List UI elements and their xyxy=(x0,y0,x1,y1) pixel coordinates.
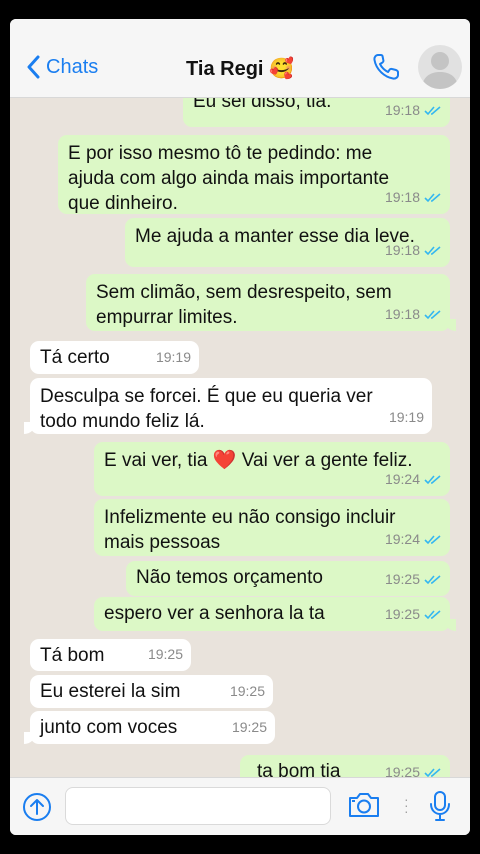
message-time: 19:18 xyxy=(384,189,420,205)
message-text: Eu sei disso, tia. xyxy=(193,97,332,112)
contact-emoji: 🥰 xyxy=(269,58,294,80)
message-list[interactable]: Eu sei disso, tia. 19:18 E por isso mesm… xyxy=(10,97,470,777)
message-text: ta bom tia xyxy=(257,761,341,777)
read-ticks-icon xyxy=(424,574,441,584)
message-bubble-outgoing[interactable]: Sem climão, sem desrespeito, sem empurra… xyxy=(86,274,456,331)
call-button[interactable] xyxy=(370,51,402,88)
message-text: junto com voces xyxy=(40,717,178,738)
phone-screen: Chats Tia Regi 🥰 Eu sei disso, tia. 19:1… xyxy=(10,19,470,835)
message-time: 19:18 xyxy=(384,102,420,118)
message-bubble-outgoing[interactable]: Infelizmente eu não consigo incluir mais… xyxy=(94,499,450,556)
read-ticks-icon xyxy=(424,534,441,544)
message-bubble-outgoing[interactable]: Não temos orçamento 19:25 xyxy=(126,561,450,596)
message-time: 19:24 xyxy=(384,531,420,547)
back-button[interactable]: Chats xyxy=(26,55,98,79)
message-time: 19:24 xyxy=(384,471,420,487)
read-ticks-icon xyxy=(424,609,441,619)
attach-button[interactable] xyxy=(22,792,52,827)
message-time: 19:25 xyxy=(384,764,420,777)
message-bubble-outgoing[interactable]: Me ajuda a manter esse dia leve. 19:18 xyxy=(125,218,450,267)
message-time: 19:18 xyxy=(384,242,420,258)
microphone-button[interactable] xyxy=(429,790,451,827)
bubble-tail xyxy=(444,319,456,331)
message-time: 19:25 xyxy=(229,683,265,699)
message-text: Tá certo xyxy=(40,347,110,368)
camera-icon xyxy=(349,793,379,817)
read-ticks-icon xyxy=(424,767,441,777)
message-text: Não temos orçamento xyxy=(136,567,323,588)
message-text: espero ver a senhora la ta xyxy=(104,603,325,624)
message-text-before-emoji: E vai ver, tia xyxy=(104,450,208,471)
person-silhouette-icon xyxy=(422,52,458,89)
message-text: Tá bom xyxy=(40,645,105,666)
message-time: 19:18 xyxy=(384,306,420,322)
read-ticks-icon xyxy=(424,245,441,255)
message-bubble-outgoing[interactable]: ta bom tia 19:25 xyxy=(240,755,450,777)
message-time: 19:19 xyxy=(155,349,191,365)
message-bubble-incoming[interactable]: Tá bom 19:25 xyxy=(30,639,191,671)
chevron-left-icon xyxy=(27,55,40,79)
read-ticks-icon xyxy=(424,105,441,115)
message-bubble-incoming[interactable]: Tá certo 19:19 xyxy=(30,341,199,374)
message-text: E por isso mesmo tô te pedindo: me ajuda… xyxy=(68,143,390,214)
bubble-tail xyxy=(24,422,36,434)
message-bubble-outgoing[interactable]: Eu sei disso, tia. 19:18 xyxy=(183,97,450,127)
message-text: Me ajuda a manter esse dia leve. xyxy=(135,226,415,247)
bubble-tail xyxy=(24,732,36,744)
message-time: 19:25 xyxy=(384,571,420,587)
camera-button[interactable] xyxy=(347,791,381,824)
more-dots-icon: · · · xyxy=(404,791,409,819)
contact-name: Tia Regi xyxy=(186,58,264,80)
message-bubble-incoming[interactable]: junto com voces 19:25 xyxy=(24,711,275,744)
message-bubble-outgoing[interactable]: E vai ver, tia ❤️ Vai ver a gente feliz.… xyxy=(94,442,450,496)
phone-icon xyxy=(373,54,399,80)
heart-emoji: ❤️ xyxy=(212,450,237,471)
message-time: 19:25 xyxy=(384,606,420,622)
read-ticks-icon xyxy=(424,474,441,484)
message-input-bar: · · · xyxy=(10,777,470,835)
read-ticks-icon xyxy=(424,309,441,319)
message-bubble-incoming[interactable]: Eu esterei la sim 19:25 xyxy=(30,675,273,708)
bubble-tail xyxy=(444,619,456,631)
message-bubble-outgoing[interactable]: espero ver a senhora la ta 19:25 xyxy=(94,597,456,631)
message-text: Eu esterei la sim xyxy=(40,681,181,702)
message-bubble-outgoing[interactable]: E por isso mesmo tô te pedindo: me ajuda… xyxy=(58,135,450,214)
message-time: 19:25 xyxy=(231,719,267,735)
message-time: 19:25 xyxy=(147,646,183,662)
message-text: Sem climão, sem desrespeito, sem empurra… xyxy=(96,282,392,328)
chat-header: Chats Tia Regi 🥰 xyxy=(10,19,470,98)
back-label: Chats xyxy=(46,55,99,78)
microphone-icon xyxy=(430,791,450,821)
message-bubble-incoming[interactable]: Desculpa se forcei. É que eu queria ver … xyxy=(24,378,432,434)
message-text: Desculpa se forcei. É que eu queria ver … xyxy=(40,386,373,432)
message-time: 19:19 xyxy=(388,409,424,425)
arrow-up-circle-icon xyxy=(23,793,51,821)
avatar[interactable] xyxy=(418,45,462,89)
read-ticks-icon xyxy=(424,192,441,202)
message-input[interactable] xyxy=(65,787,331,825)
